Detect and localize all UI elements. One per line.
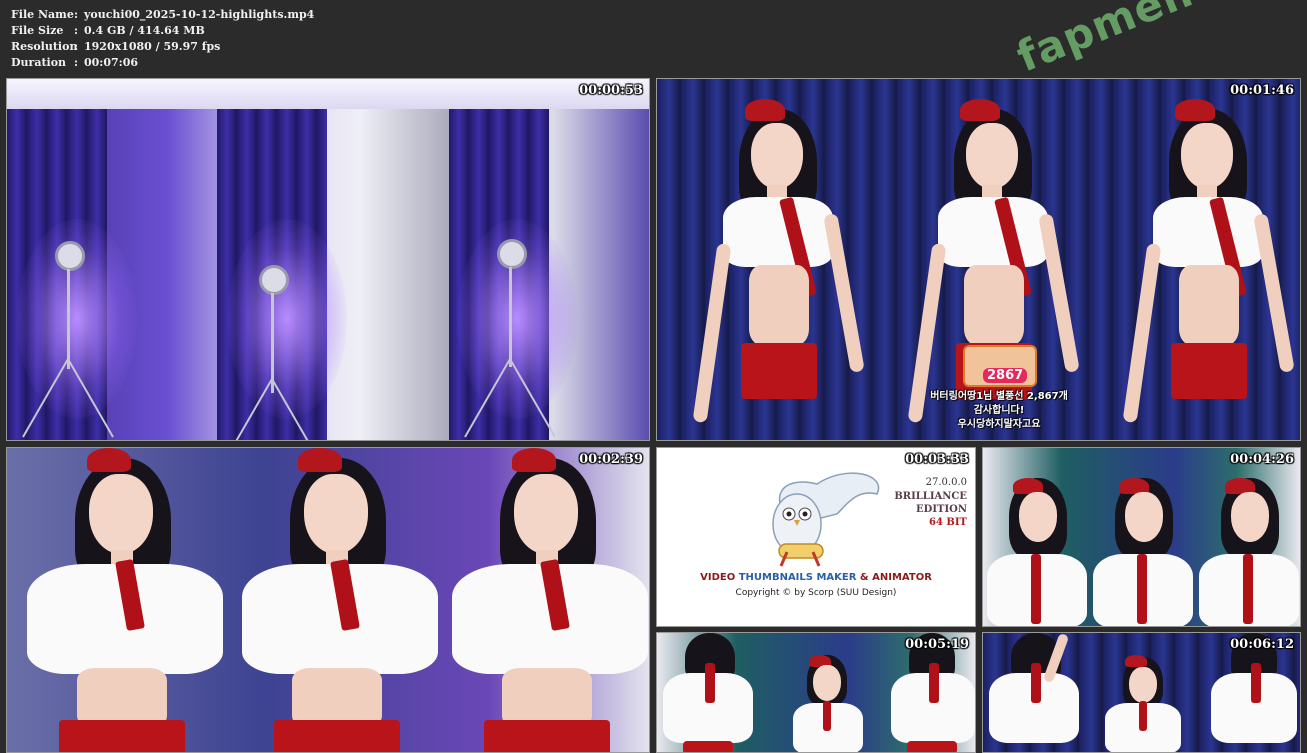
file-size-sep: :: [74, 24, 79, 37]
purple-glow: [227, 219, 347, 419]
product-title-amp: &: [856, 572, 873, 583]
ring-light-icon: [55, 241, 85, 271]
file-size-row: File Size : 0.4 GB / 414.64 MB: [11, 23, 314, 39]
duration-value: 00:07:06: [84, 56, 139, 69]
resolution-sep: :: [74, 40, 79, 53]
product-title-b: THUMBNAILS MAKER: [738, 572, 857, 583]
performer: [787, 643, 867, 752]
performer: [983, 448, 1089, 626]
thumbnail-7[interactable]: 00:06:12: [982, 632, 1301, 753]
file-size-value: 0.4 GB / 414.64 MB: [84, 24, 205, 37]
performer: [657, 633, 757, 752]
thumbnail-timestamp: 00:06:12: [1230, 637, 1294, 652]
ring-light-icon: [497, 239, 527, 269]
resolution-value: 1920x1080 / 59.97 fps: [84, 40, 221, 53]
thumbnail-timestamp: 00:02:39: [579, 452, 643, 467]
ceiling-light: [7, 79, 649, 109]
version-number: 27.0.0.0: [925, 477, 967, 488]
thumbnail-3[interactable]: 00:02:39: [6, 447, 650, 753]
performer: [983, 633, 1083, 752]
thumbnail-timestamp: 00:01:46: [1230, 83, 1294, 98]
thumbnail-timestamp: 00:00:53: [579, 83, 643, 98]
performer: [687, 93, 867, 440]
thumbnail-timestamp: 00:04:26: [1230, 452, 1294, 467]
thumbnail-2[interactable]: 2867 버터링어땅1님 별풍선 2,867개 감사합니다! 우시당하지말자고요…: [656, 78, 1301, 441]
thumbnail-4[interactable]: 27.0.0.0 BRILLIANCE EDITION 64 BIT VIDEO…: [656, 447, 976, 627]
thumbnail-1[interactable]: 00:00:53: [6, 78, 650, 441]
file-name-sep: :: [74, 8, 79, 21]
performer: [1089, 448, 1195, 626]
gift-message: 버터링어땅1님 별풍선 2,867개 감사합니다! 우시당하지말자고요: [929, 390, 1069, 432]
resolution-row: Resolution : 1920x1080 / 59.97 fps: [11, 39, 314, 55]
product-title-a: VIDEO: [700, 572, 739, 583]
site-watermark: fapmenu.com: [1010, 0, 1307, 81]
thumbnail-5[interactable]: 00:04:26: [982, 447, 1301, 627]
tripod-pole: [509, 267, 512, 367]
gift-message-line-3: 우시당하지말자고요: [957, 419, 1041, 430]
duration-label: Duration: [11, 56, 67, 69]
performer: [1117, 93, 1297, 440]
file-name-row: File Name : youchi00_2025-10-12-highligh…: [11, 7, 314, 23]
file-name-value: youchi00_2025-10-12-highlights.mp4: [84, 8, 315, 21]
gift-message-line-1: 버터링어땅1님 별풍선 2,867개: [930, 391, 1068, 402]
duration-row: Duration : 00:07:06: [11, 55, 314, 71]
performer: [1195, 448, 1300, 626]
performer: [17, 448, 227, 752]
copyright-text: Copyright © by Scorp (SUU Design): [735, 588, 897, 598]
thumbnail-timestamp: 00:05:19: [905, 637, 969, 652]
performer: [902, 93, 1082, 440]
gift-count: 2867: [983, 368, 1028, 383]
file-size-label: File Size: [11, 24, 64, 37]
file-name-label: File Name: [11, 8, 74, 21]
edition-label: BRILLIANCE EDITION: [894, 491, 967, 515]
performer: [1097, 643, 1187, 752]
tripod-pole: [67, 269, 70, 369]
product-title-c: ANIMATOR: [872, 572, 932, 583]
owl-logo-icon: [772, 472, 880, 567]
performer: [442, 448, 649, 752]
thumbnail-timestamp: 00:03:33: [905, 452, 969, 467]
duration-sep: :: [74, 56, 79, 69]
resolution-label: Resolution: [11, 40, 78, 53]
gift-message-line-2: 감사합니다!: [973, 405, 1025, 416]
bitness-label: 64 BIT: [929, 517, 967, 528]
performer: [232, 448, 442, 752]
thumbnail-6[interactable]: 00:05:19: [656, 632, 976, 753]
file-info: File Name : youchi00_2025-10-12-highligh…: [11, 7, 314, 71]
ring-light-icon: [259, 265, 289, 295]
product-title: VIDEO THUMBNAILS MAKER & ANIMATOR: [657, 572, 975, 583]
